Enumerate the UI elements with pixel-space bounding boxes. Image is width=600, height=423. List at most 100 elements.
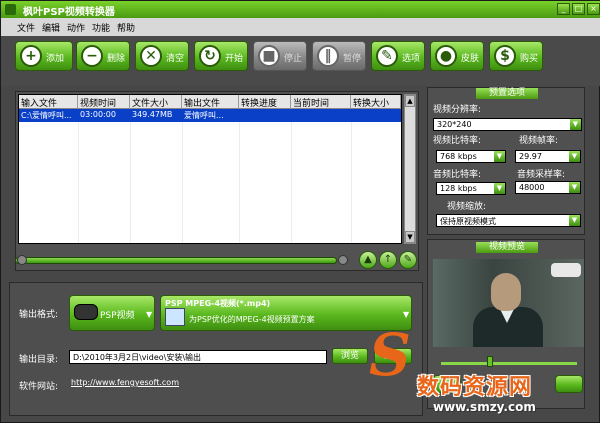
video-person-head — [491, 273, 521, 311]
website-link[interactable]: http://www.fengyesoft.com — [71, 378, 179, 387]
menu-edit[interactable]: 编辑 — [42, 21, 60, 34]
samplerate-label: 音频采样率: — [517, 170, 566, 180]
cell-size: 349.47MB — [132, 110, 173, 119]
skin-label: 皮肤 — [461, 54, 480, 64]
app-icon — [5, 4, 16, 15]
start-icon: ↻ — [199, 45, 221, 67]
skin-icon: ● — [435, 45, 457, 67]
add-button[interactable]: + 添加 — [15, 41, 73, 71]
maximize-button[interactable]: □ — [572, 3, 585, 15]
menu-help[interactable]: 帮助 — [117, 21, 135, 34]
output-dir-field[interactable]: D:\2010年3月2日\video\安装\输出 — [69, 350, 327, 364]
audio-bitrate-value: 128 kbps — [440, 184, 477, 193]
menu-bar: 文件 编辑 动作 功能 帮助 — [1, 18, 600, 36]
preview-slider[interactable] — [441, 362, 577, 365]
chevron-down-icon: ▼ — [569, 215, 580, 226]
cell-current — [291, 109, 351, 122]
chevron-down-icon: ▼ — [146, 310, 153, 319]
cell-converted — [351, 109, 401, 122]
menu-file[interactable]: 文件 — [17, 21, 35, 34]
format-button-label: PSP视频 — [100, 311, 135, 321]
col-output[interactable]: 输出文件 — [182, 95, 239, 109]
seek-start-knob[interactable] — [17, 255, 27, 265]
grid-line — [78, 122, 79, 243]
scale-select[interactable]: 保持原视频模式 ▼ — [436, 214, 581, 227]
stop-label: 停止 — [284, 54, 303, 64]
seek-slider[interactable] — [15, 257, 337, 264]
video-lamp — [551, 263, 581, 277]
start-label: 开始 — [225, 54, 244, 64]
col-size[interactable]: 文件大小 — [130, 95, 182, 109]
framerate-label: 视频帧率: — [519, 136, 559, 146]
edit-button[interactable]: ✎ — [399, 251, 417, 269]
cell-input: C:\爱情呼叫... — [21, 111, 72, 120]
pause-button[interactable]: ‖ 暂停 — [312, 41, 366, 71]
remove-label: 删除 — [107, 54, 126, 64]
scroll-up-icon[interactable]: ▲ — [405, 95, 415, 107]
preview-slider-knob[interactable] — [487, 356, 493, 367]
resolution-select[interactable]: 320*240 ▼ — [433, 118, 582, 131]
remove-button[interactable]: − 删除 — [76, 41, 130, 71]
resolution-value: 320*240 — [437, 120, 472, 129]
add-label: 添加 — [46, 54, 65, 64]
grid-line — [182, 122, 183, 243]
samplerate-select[interactable]: 48000 ▼ — [515, 181, 581, 194]
stop-button[interactable]: ■ 停止 — [253, 41, 307, 71]
menu-action[interactable]: 动作 — [67, 21, 85, 34]
format-select-button[interactable]: PSP视频 ▼ — [69, 295, 155, 331]
samplerate-value: 48000 — [519, 183, 545, 192]
file-list[interactable]: 输入文件 视频时间 文件大小 输出文件 转换进度 当前时间 转换大小 C:\爱情… — [18, 94, 402, 244]
col-converted[interactable]: 转换大小 — [351, 95, 401, 109]
scale-label: 视频缩放: — [447, 202, 487, 212]
seek-end-knob[interactable] — [338, 255, 348, 265]
app-window: 枫叶PSP视频转换器 _ □ × 文件 编辑 动作 功能 帮助 + 添加 − 删… — [0, 0, 600, 423]
output-format-label: 输出格式: — [19, 310, 59, 320]
start-button[interactable]: ↻ 开始 — [194, 41, 248, 71]
file-list-scrollbar[interactable]: ▲ ▼ — [404, 94, 416, 244]
psp-device-icon — [74, 304, 98, 320]
col-duration[interactable]: 视频时间 — [78, 95, 130, 109]
move-up-button[interactable]: ▲ — [359, 251, 377, 269]
chevron-down-icon: ▼ — [569, 182, 580, 193]
col-progress[interactable]: 转换进度 — [239, 95, 291, 109]
remove-icon: − — [81, 45, 103, 67]
close-button[interactable]: × — [587, 3, 600, 15]
chevron-down-icon: ▼ — [494, 183, 505, 194]
pause-icon: ‖ — [317, 45, 339, 67]
preset-description: 为PSP优化的MPEG-4视频预置方案 — [189, 315, 315, 324]
website-label: 软件网站: — [19, 382, 59, 392]
framerate-select[interactable]: 29.97 ▼ — [515, 150, 581, 163]
menu-function[interactable]: 功能 — [92, 21, 110, 34]
skin-button[interactable]: ● 皮肤 — [430, 41, 484, 71]
resolution-label: 视频分辨率: — [433, 105, 482, 115]
clear-button[interactable]: ✕ 清空 — [135, 41, 189, 71]
preset-options-header: 预置选项 — [476, 88, 538, 99]
cell-output: 爱情呼叫... — [184, 111, 224, 120]
minimize-button[interactable]: _ — [557, 3, 570, 15]
col-input[interactable]: 输入文件 — [19, 95, 78, 109]
col-current[interactable]: 当前时间 — [291, 95, 351, 109]
preview-snapshot-button[interactable] — [555, 375, 583, 393]
buy-label: 购买 — [520, 54, 539, 64]
chevron-down-icon: ▼ — [569, 151, 580, 162]
audio-bitrate-select[interactable]: 128 kbps ▼ — [436, 182, 506, 195]
stop-icon: ■ — [258, 45, 280, 67]
watermark-text: 数码资源网 — [417, 375, 533, 400]
browse-button[interactable]: 浏览 — [332, 348, 368, 364]
options-button[interactable]: ✎ 选项 — [371, 41, 425, 71]
buy-button[interactable]: $ 购买 — [489, 41, 543, 71]
file-list-panel: 输入文件 视频时间 文件大小 输出文件 转换进度 当前时间 转换大小 C:\爱情… — [15, 91, 419, 271]
cell-duration: 03:00:00 — [80, 110, 116, 119]
file-list-header: 输入文件 视频时间 文件大小 输出文件 转换进度 当前时间 转换大小 — [19, 95, 401, 109]
video-bitrate-label: 视频比特率: — [433, 136, 482, 146]
options-icon: ✎ — [376, 45, 398, 67]
clear-icon: ✕ — [140, 45, 162, 67]
table-row[interactable]: C:\爱情呼叫... 03:00:00 349.47MB 爱情呼叫... — [19, 109, 401, 122]
video-preview-header: 视频预览 — [476, 242, 538, 253]
scroll-down-icon[interactable]: ▼ — [405, 231, 415, 243]
video-bitrate-select[interactable]: 768 kbps ▼ — [436, 150, 506, 163]
move-top-button[interactable]: ↑ — [379, 251, 397, 269]
buy-icon: $ — [494, 45, 516, 67]
preset-icon — [165, 308, 185, 326]
video-frame — [433, 259, 584, 347]
